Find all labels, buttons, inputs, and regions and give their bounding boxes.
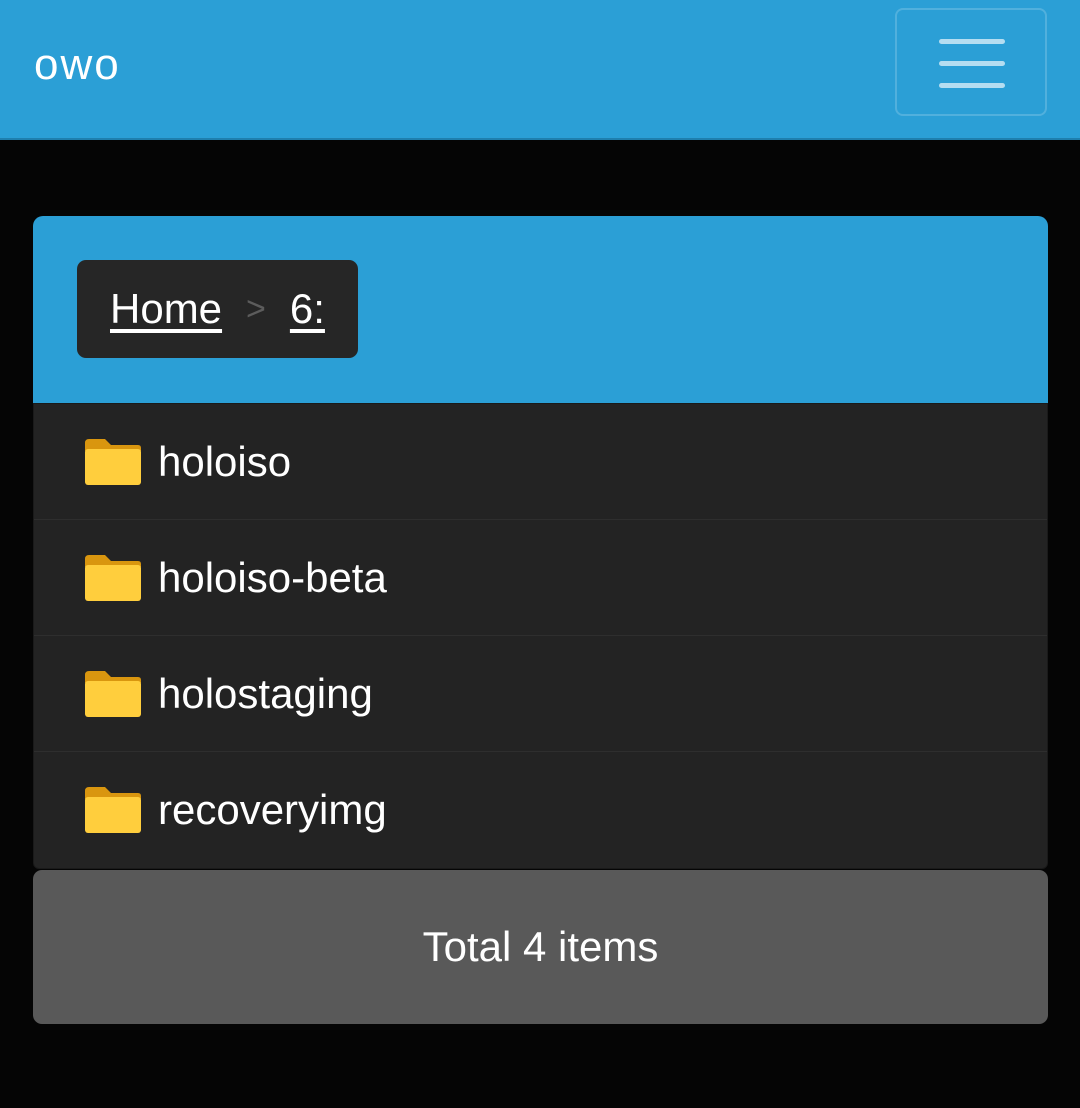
breadcrumb-current-link[interactable]: 6: bbox=[290, 285, 325, 333]
breadcrumb: Home > 6: bbox=[77, 260, 358, 358]
list-item[interactable]: recoveryimg bbox=[34, 752, 1047, 868]
brand-title[interactable]: owo bbox=[34, 38, 121, 92]
folder-name: holostaging bbox=[158, 669, 373, 717]
file-browser-card: Home > 6: holoiso holoiso-beta holostagi… bbox=[33, 216, 1048, 869]
folder-icon bbox=[85, 670, 141, 717]
breadcrumb-home-link[interactable]: Home bbox=[110, 285, 222, 333]
folder-icon bbox=[85, 554, 141, 601]
list-item[interactable]: holoiso bbox=[34, 404, 1047, 520]
list-item[interactable]: holostaging bbox=[34, 636, 1047, 752]
total-items-label: Total 4 items bbox=[422, 923, 659, 970]
file-list: holoiso holoiso-beta holostaging recover… bbox=[33, 403, 1048, 869]
menu-toggle-button[interactable] bbox=[895, 8, 1047, 116]
breadcrumb-separator: > bbox=[246, 289, 266, 328]
folder-name: recoveryimg bbox=[158, 786, 387, 833]
folder-icon bbox=[85, 787, 141, 833]
folder-name: holoiso bbox=[158, 437, 292, 485]
card-header: Home > 6: bbox=[33, 216, 1048, 403]
folder-name: holoiso-beta bbox=[158, 553, 387, 601]
folder-icon bbox=[85, 438, 141, 485]
total-items-footer: Total 4 items bbox=[33, 870, 1048, 1024]
top-navbar: owo bbox=[0, 0, 1080, 140]
list-item[interactable]: holoiso-beta bbox=[34, 520, 1047, 636]
